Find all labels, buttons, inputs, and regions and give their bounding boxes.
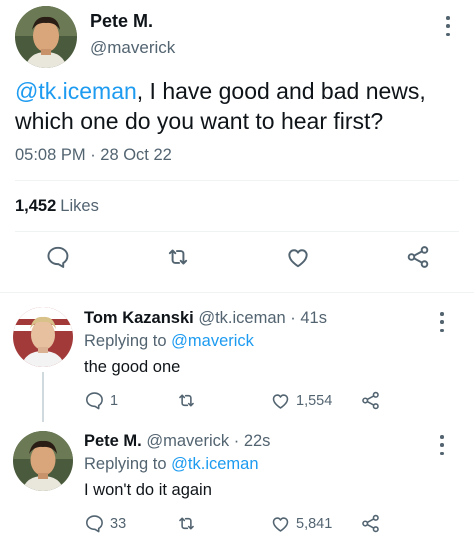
tweet-timestamp[interactable]: 05:08 PM · 28 Oct 22 bbox=[15, 146, 172, 165]
reply-avatar[interactable] bbox=[13, 307, 73, 367]
reply-author-handle[interactable]: @tk.iceman bbox=[198, 309, 285, 327]
like-icon[interactable] bbox=[285, 244, 311, 270]
retweet-button[interactable] bbox=[176, 513, 197, 534]
reply-time[interactable]: · 41s bbox=[290, 309, 327, 327]
reply-icon bbox=[86, 515, 103, 533]
divider bbox=[15, 231, 459, 232]
more-options-icon[interactable] bbox=[436, 435, 448, 455]
reply-icon bbox=[86, 392, 103, 410]
share-button[interactable] bbox=[360, 513, 381, 534]
reply-author-name[interactable]: Tom Kazanski bbox=[84, 309, 194, 327]
share-button[interactable] bbox=[360, 390, 381, 411]
reply-button[interactable]: 1 bbox=[84, 390, 118, 411]
reply-header: Tom Kazanski @tk.iceman · 41s bbox=[84, 309, 327, 328]
likes-summary[interactable]: 1,452 Likes bbox=[15, 197, 99, 216]
share-icon bbox=[362, 514, 379, 533]
more-options-icon[interactable] bbox=[442, 16, 454, 36]
retweet-button[interactable] bbox=[176, 390, 197, 411]
reply-text: the good one bbox=[84, 358, 181, 376]
retweet-icon bbox=[179, 394, 194, 407]
tweet-actions bbox=[0, 244, 474, 276]
divider bbox=[0, 292, 474, 293]
more-options-icon[interactable] bbox=[436, 312, 448, 332]
reply-text: I won't do it again bbox=[84, 481, 212, 499]
like-count: 5,841 bbox=[296, 515, 333, 532]
replying-to: Replying to @maverick bbox=[84, 332, 254, 351]
author-avatar[interactable] bbox=[15, 6, 77, 68]
reply-time[interactable]: · 22s bbox=[234, 432, 271, 450]
likes-label: Likes bbox=[60, 197, 99, 215]
replying-mention[interactable]: @maverick bbox=[171, 332, 254, 350]
replying-to: Replying to @tk.iceman bbox=[84, 455, 259, 474]
retweet-icon bbox=[179, 517, 194, 530]
divider bbox=[15, 180, 459, 181]
retweet-icon[interactable] bbox=[165, 244, 191, 270]
reply-header: Pete M. @maverick · 22s bbox=[84, 432, 270, 451]
reply-avatar[interactable] bbox=[13, 431, 73, 491]
reply-author-name[interactable]: Pete M. bbox=[84, 432, 142, 450]
reply-icon[interactable] bbox=[45, 244, 71, 270]
reply-count: 1 bbox=[110, 392, 119, 409]
reply-count: 33 bbox=[110, 515, 127, 532]
reply-button[interactable]: 33 bbox=[84, 513, 126, 534]
tweet-text: @tk.iceman, I have good and bad news, wh… bbox=[15, 76, 455, 136]
share-icon[interactable] bbox=[405, 244, 431, 270]
author-handle[interactable]: @maverick bbox=[90, 38, 175, 58]
like-button[interactable]: 1,554 bbox=[270, 390, 332, 411]
like-icon bbox=[272, 517, 289, 532]
likes-count: 1,452 bbox=[15, 197, 57, 215]
thread-line bbox=[42, 372, 44, 422]
reply-author-handle[interactable]: @maverick bbox=[146, 432, 229, 450]
author-name[interactable]: Pete M. bbox=[90, 11, 153, 32]
replying-label: Replying to bbox=[84, 332, 167, 350]
replying-label: Replying to bbox=[84, 455, 167, 473]
like-button[interactable]: 5,841 bbox=[270, 513, 332, 534]
share-icon bbox=[362, 391, 379, 410]
like-icon bbox=[272, 394, 289, 409]
mention-link[interactable]: @tk.iceman bbox=[15, 78, 137, 104]
replying-mention[interactable]: @tk.iceman bbox=[171, 455, 258, 473]
like-count: 1,554 bbox=[296, 392, 333, 409]
